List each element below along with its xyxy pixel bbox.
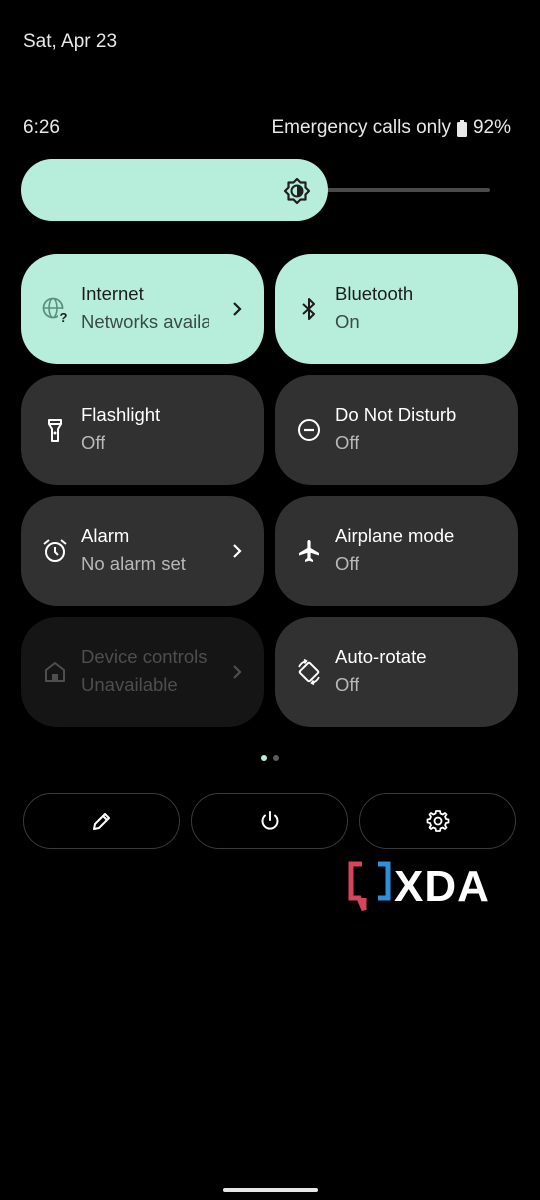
tile-label: Device controls [81,646,208,667]
internet-question-icon: ? [41,295,69,325]
edit-button[interactable] [23,793,180,849]
tile-sublabel: Off [81,432,106,453]
bluetooth-icon [295,295,323,323]
xda-wordmark: XDA [394,862,490,911]
auto-rotate-icon [295,658,323,686]
flashlight-icon [41,416,69,444]
alarm-icon [41,537,69,565]
page-dot-active [261,755,267,761]
tile-label: Internet [81,283,144,304]
chevron-right-icon[interactable] [230,299,244,319]
tile-sublabel: Off [335,432,360,453]
carrier-label: Emergency calls only [271,117,451,138]
xda-watermark: XDA [348,858,524,914]
tile-do-not-disturb[interactable]: Do Not Disturb Off [275,375,518,485]
tile-label: Flashlight [81,404,161,425]
clock-label: 6:26 [23,117,60,138]
do-not-disturb-icon [295,416,323,444]
tile-flashlight[interactable]: Flashlight Off [21,375,264,485]
tile-label: Auto-rotate [335,646,427,667]
pencil-icon [90,809,114,833]
tile-sublabel: Networks available [81,311,209,332]
chevron-right-icon[interactable] [230,541,244,561]
brightness-slider[interactable] [21,159,328,221]
airplane-icon [295,537,323,565]
power-button[interactable] [191,793,348,849]
status-right: Emergency calls only 92% [271,117,511,139]
gear-icon [426,809,450,833]
brightness-icon [283,177,311,205]
tile-auto-rotate[interactable]: Auto-rotate Off [275,617,518,727]
tile-internet[interactable]: ? Internet Networks available [21,254,264,364]
tile-bluetooth[interactable]: Bluetooth On [275,254,518,364]
home-icon [41,658,69,686]
tile-sublabel: No alarm set [81,553,186,574]
tile-alarm[interactable]: Alarm No alarm set [21,496,264,606]
tile-label: Airplane mode [335,525,455,546]
battery-percent: 92% [472,117,511,138]
tile-label: Alarm [81,525,130,546]
chevron-right-icon[interactable] [230,662,244,682]
tile-sublabel: Off [335,674,360,695]
tile-sublabel: On [335,311,360,332]
tile-label: Do Not Disturb [335,404,457,425]
tile-label: Bluetooth [335,283,414,304]
tile-sublabel: Off [335,553,360,574]
tile-airplane-mode[interactable]: Airplane mode Off [275,496,518,606]
tile-device-controls[interactable]: Device controls Unavailable [21,617,264,727]
battery-icon [456,119,467,137]
page-indicator [261,755,279,761]
date-label: Sat, Apr 23 [23,31,118,52]
settings-button[interactable] [359,793,516,849]
gesture-home-bar[interactable] [223,1188,318,1192]
power-icon [258,809,282,833]
svg-text:?: ? [60,310,68,323]
page-dot [273,755,279,761]
xda-logo-icon [348,861,391,911]
tile-sublabel: Unavailable [81,674,178,695]
